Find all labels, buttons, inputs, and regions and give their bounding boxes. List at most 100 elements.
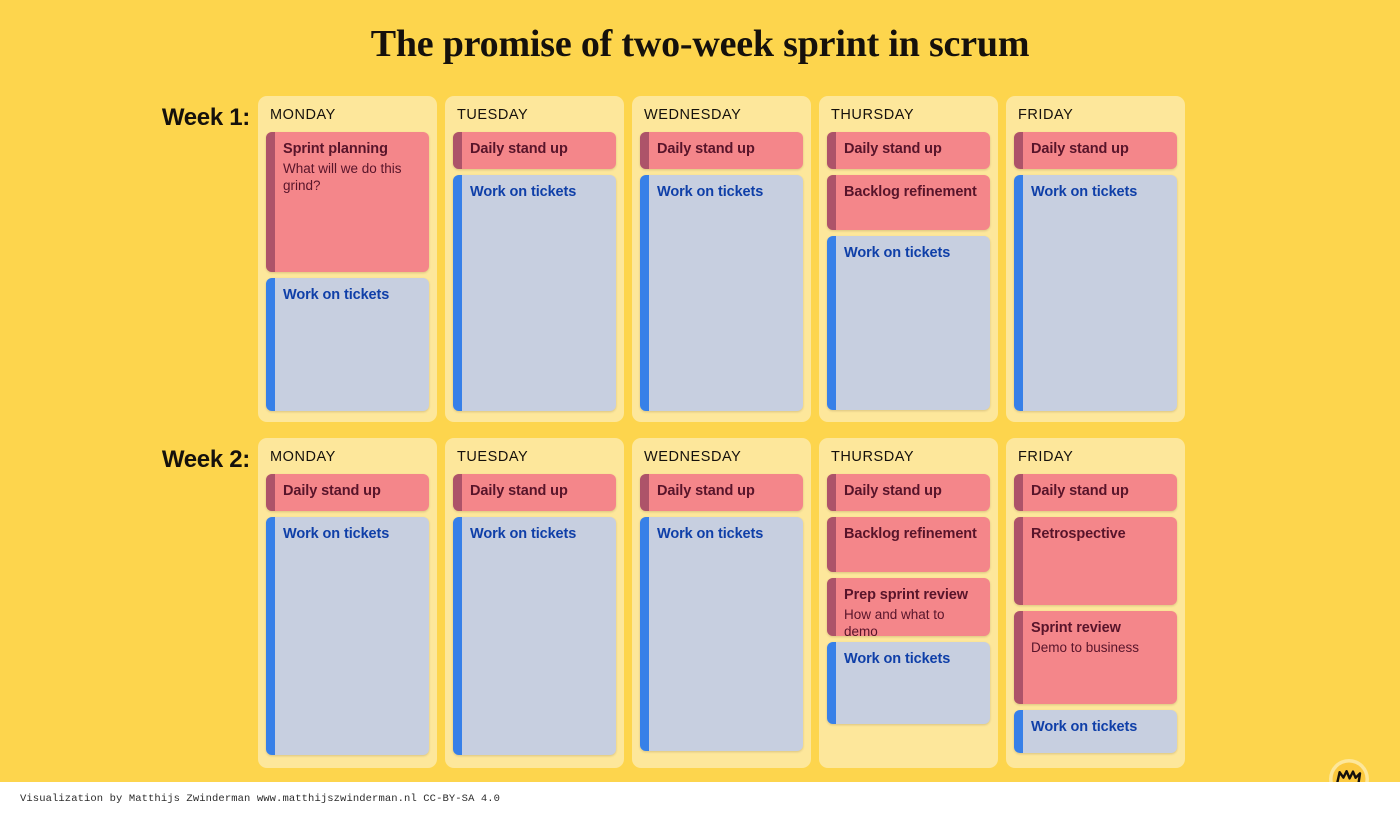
card-title: Daily stand up — [657, 482, 755, 499]
meeting-card[interactable]: Daily stand up — [640, 473, 803, 511]
card-accent-bar — [453, 174, 462, 411]
card-accent-bar — [266, 131, 275, 272]
card-accent-bar — [827, 131, 836, 169]
card-title: Backlog refinement — [844, 183, 977, 200]
card-title: Prep sprint review — [844, 586, 968, 603]
card-title: Work on tickets — [470, 525, 577, 542]
day-name-label: TUESDAY — [457, 449, 529, 465]
poster-canvas: The promise of two-week sprint in scrum … — [0, 0, 1400, 816]
card-accent-bar — [453, 473, 462, 511]
card-title: Backlog refinement — [844, 525, 977, 542]
day-column-monday: MONDAY Sprint planning What will we do thi… — [258, 96, 437, 422]
card-title: Daily stand up — [657, 140, 755, 157]
credit-text: Visualization by Matthijs Zwinderman www… — [20, 793, 501, 805]
card-subtitle: Demo to business — [1031, 639, 1140, 655]
card-subtitle: How and what to demo — [844, 606, 945, 636]
card-accent-bar — [1014, 709, 1023, 753]
card-title: Work on tickets — [844, 650, 951, 667]
work-card[interactable]: Work on tickets — [453, 516, 616, 755]
meeting-card[interactable]: Daily stand up — [453, 473, 616, 511]
day-name-label: FRIDAY — [1018, 449, 1074, 465]
work-card[interactable]: Work on tickets — [640, 174, 803, 411]
day-name-label: THURSDAY — [831, 107, 915, 123]
card-stack: Daily stand up Retrospective Sprint review… — [1014, 473, 1177, 760]
meeting-card[interactable]: Daily stand up — [827, 131, 990, 169]
card-title: Work on tickets — [283, 286, 390, 303]
meeting-card[interactable]: Sprint planning What will we do this grin… — [266, 131, 429, 272]
card-accent-bar — [266, 277, 275, 411]
work-card[interactable]: Work on tickets — [1014, 709, 1177, 753]
meeting-card[interactable]: Daily stand up — [1014, 473, 1177, 511]
meeting-card[interactable]: Backlog refinement — [827, 174, 990, 230]
card-accent-bar — [1014, 131, 1023, 169]
card-accent-bar — [266, 516, 275, 755]
day-name-label: TUESDAY — [457, 107, 529, 123]
day-name-label: MONDAY — [270, 449, 336, 465]
work-card[interactable]: Work on tickets — [640, 516, 803, 751]
week-label-2: Week 2: — [161, 446, 250, 473]
meeting-card[interactable]: Daily stand up — [827, 473, 990, 511]
day-column-monday: MONDAY Daily stand up Work on tickets — [258, 438, 437, 768]
card-stack: Daily stand up Backlog refinement Prep spr… — [827, 473, 990, 760]
card-accent-bar — [1014, 473, 1023, 511]
day-name-label: FRIDAY — [1018, 107, 1074, 123]
footer-bar: Visualization by Matthijs Zwinderman www… — [0, 782, 1400, 816]
card-accent-bar — [1014, 174, 1023, 411]
card-title: Daily stand up — [1031, 482, 1129, 499]
card-title: Work on tickets — [657, 183, 764, 200]
card-title: Daily stand up — [844, 140, 942, 157]
card-accent-bar — [453, 516, 462, 755]
meeting-card[interactable]: Retrospective — [1014, 516, 1177, 605]
card-stack: Sprint planning What will we do this grin… — [266, 131, 429, 414]
card-stack: Daily stand up Work on tickets — [266, 473, 429, 760]
card-title: Daily stand up — [470, 140, 568, 157]
day-name-label: THURSDAY — [831, 449, 915, 465]
card-title: Daily stand up — [283, 482, 381, 499]
meeting-card[interactable]: Daily stand up — [453, 131, 616, 169]
day-column-thursday: THURSDAY Daily stand up Backlog refinement… — [819, 96, 998, 422]
week-1-columns: MONDAY Sprint planning What will we do thi… — [258, 96, 1185, 422]
card-title: Sprint review — [1031, 619, 1121, 636]
card-stack: Daily stand up Work on tickets — [640, 473, 803, 760]
card-accent-bar — [640, 516, 649, 751]
meeting-card[interactable]: Prep sprint review How and what to demo — [827, 577, 990, 636]
meeting-card[interactable]: Daily stand up — [640, 131, 803, 169]
work-card[interactable]: Work on tickets — [827, 641, 990, 724]
day-column-tuesday: TUESDAY Daily stand up Work on tickets — [445, 438, 624, 768]
card-stack: Daily stand up Work on tickets — [1014, 131, 1177, 414]
meeting-card[interactable]: Daily stand up — [266, 473, 429, 511]
day-column-friday: FRIDAY Daily stand up Retrospective Sprint … — [1006, 438, 1185, 768]
work-card[interactable]: Work on tickets — [266, 516, 429, 755]
card-title: Daily stand up — [470, 482, 568, 499]
card-stack: Daily stand up Work on tickets — [453, 131, 616, 414]
card-accent-bar — [640, 473, 649, 511]
card-accent-bar — [1014, 610, 1023, 704]
card-accent-bar — [827, 235, 836, 410]
page-title: The promise of two-week sprint in scrum — [370, 23, 1030, 65]
work-card[interactable]: Work on tickets — [453, 174, 616, 411]
card-accent-bar — [827, 641, 836, 724]
card-title: Work on tickets — [283, 525, 390, 542]
card-title: Daily stand up — [844, 482, 942, 499]
day-name-label: WEDNESDAY — [644, 449, 742, 465]
meeting-card[interactable]: Backlog refinement — [827, 516, 990, 572]
work-card[interactable]: Work on tickets — [1014, 174, 1177, 411]
week-label-1: Week 1: — [161, 104, 250, 131]
card-accent-bar — [1014, 516, 1023, 605]
card-accent-bar — [827, 516, 836, 572]
meeting-card[interactable]: Sprint review Demo to business — [1014, 610, 1177, 704]
day-name-label: WEDNESDAY — [644, 107, 742, 123]
work-card[interactable]: Work on tickets — [266, 277, 429, 411]
day-column-wednesday: WEDNESDAY Daily stand up Work on tickets — [632, 96, 811, 422]
card-accent-bar — [640, 131, 649, 169]
card-title: Sprint planning — [283, 140, 388, 157]
card-title: Work on tickets — [470, 183, 577, 200]
card-accent-bar — [640, 174, 649, 411]
day-column-wednesday: WEDNESDAY Daily stand up Work on tickets — [632, 438, 811, 768]
card-accent-bar — [453, 131, 462, 169]
card-stack: Daily stand up Work on tickets — [453, 473, 616, 760]
meeting-card[interactable]: Daily stand up — [1014, 131, 1177, 169]
card-title: Work on tickets — [1031, 183, 1138, 200]
work-card[interactable]: Work on tickets — [827, 235, 990, 410]
card-title: Daily stand up — [1031, 140, 1129, 157]
